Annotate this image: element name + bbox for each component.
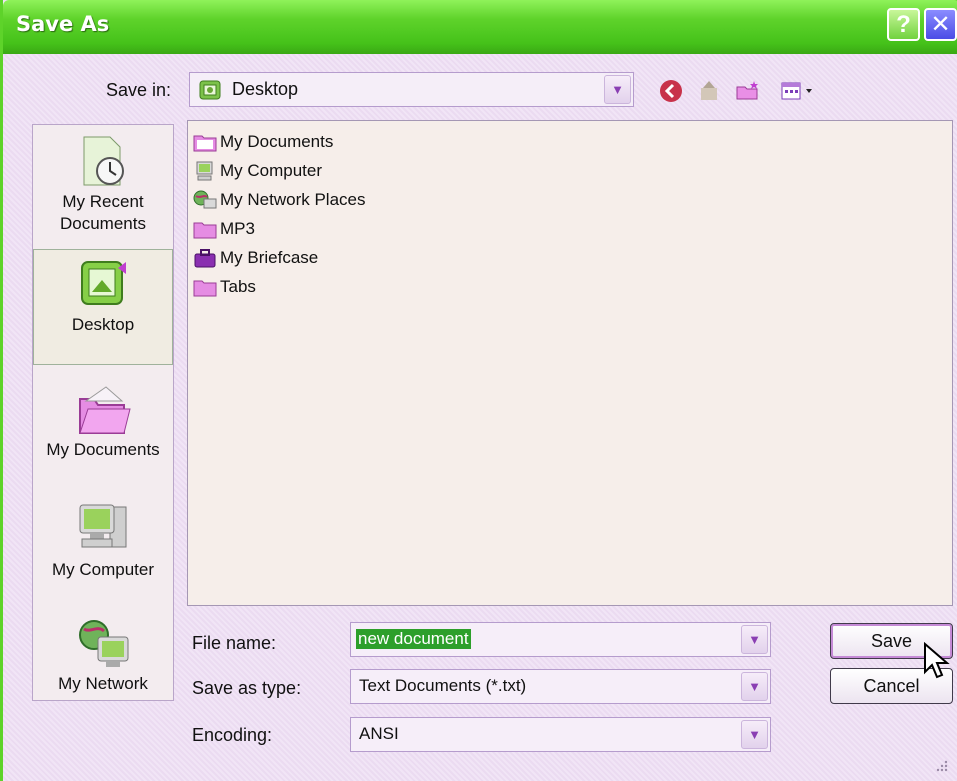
encoding-value: ANSI <box>359 724 399 743</box>
briefcase-icon <box>194 249 216 268</box>
chevron-down-icon[interactable]: ▼ <box>604 75 631 104</box>
places-bar: My Recent Documents Desktop My Documents <box>32 124 174 701</box>
chevron-down-icon[interactable]: ▼ <box>741 672 768 701</box>
save-in-dropdown[interactable]: Desktop ▼ <box>189 72 634 107</box>
my-documents-folder-icon <box>193 135 217 152</box>
file-name: My Computer <box>220 161 323 180</box>
encoding-label: Encoding: <box>192 725 273 745</box>
my-documents-icon <box>79 386 131 434</box>
title-bar[interactable]: Save As ? ✕ <box>3 0 957 54</box>
up-one-level-button[interactable] <box>695 78 723 104</box>
encoding-dropdown[interactable]: ANSI ▼ <box>350 717 771 752</box>
file-name-input[interactable]: new document ▼ <box>350 622 771 657</box>
my-network-icon <box>79 620 129 667</box>
back-icon <box>660 80 682 102</box>
list-item[interactable]: Tabs <box>192 274 256 300</box>
new-folder-button[interactable] <box>734 78 762 104</box>
recent-documents-icon <box>83 136 124 186</box>
new-folder-icon <box>736 81 758 100</box>
save-in-value: Desktop <box>232 79 299 99</box>
save-as-type-label: Save as type: <box>192 678 302 698</box>
folder-icon <box>193 222 217 239</box>
place-my-recent-documents[interactable]: My Recent Documents <box>33 131 173 245</box>
list-item[interactable]: My Documents <box>192 129 333 155</box>
file-name: My Briefcase <box>220 248 319 267</box>
file-name-value: new document <box>356 629 471 649</box>
help-icon: ? <box>896 10 911 38</box>
folder-icon <box>193 280 217 297</box>
place-label: My Documents <box>46 440 160 459</box>
list-item[interactable]: My Briefcase <box>192 245 318 271</box>
place-label: My Network <box>58 674 148 693</box>
close-button[interactable]: ✕ <box>924 8 957 41</box>
file-name-label: File name: <box>192 633 277 653</box>
place-label: My Recent <box>62 192 144 211</box>
my-computer-icon <box>196 161 213 181</box>
list-item[interactable]: My Computer <box>192 158 322 184</box>
desktop-icon <box>199 80 221 99</box>
save-as-type-value: Text Documents (*.txt) <box>359 676 527 695</box>
desktop-icon <box>81 261 126 305</box>
dialog-title: Save As <box>16 12 110 36</box>
file-name: MP3 <box>220 219 255 238</box>
file-name: My Network Places <box>220 190 366 209</box>
place-my-documents[interactable]: My Documents <box>33 371 173 481</box>
save-as-type-dropdown[interactable]: Text Documents (*.txt) ▼ <box>350 669 771 704</box>
close-icon: ✕ <box>930 11 951 38</box>
save-as-dialog: Save As ? ✕ Save in: Desktop ▼ My Recent… <box>0 0 957 781</box>
up-folder-icon <box>701 81 717 100</box>
file-name: My Documents <box>220 132 334 151</box>
resize-grip-icon[interactable] <box>934 758 948 772</box>
chevron-down-icon[interactable]: ▼ <box>741 625 768 654</box>
chevron-down-icon[interactable]: ▼ <box>741 720 768 749</box>
list-item[interactable]: My Network Places <box>192 187 365 213</box>
place-my-computer[interactable]: My Computer <box>33 491 173 601</box>
views-menu-button[interactable] <box>778 78 818 104</box>
place-label: Documents <box>60 214 146 233</box>
views-menu-icon <box>781 82 812 100</box>
place-label: Desktop <box>71 315 135 334</box>
place-label: My Computer <box>51 560 155 579</box>
list-item[interactable]: MP3 <box>192 216 255 242</box>
my-computer-icon <box>79 504 127 548</box>
mouse-pointer-icon <box>924 642 950 679</box>
file-list[interactable]: My Documents My Computer My Network Plac… <box>187 120 953 606</box>
back-button[interactable] <box>657 78 685 104</box>
place-my-network[interactable]: My Network <box>33 611 173 699</box>
file-name: Tabs <box>220 277 256 296</box>
save-in-label: Save in: <box>106 80 172 100</box>
place-desktop[interactable]: Desktop <box>33 249 173 365</box>
network-places-icon <box>193 190 217 209</box>
help-button[interactable]: ? <box>887 8 920 41</box>
